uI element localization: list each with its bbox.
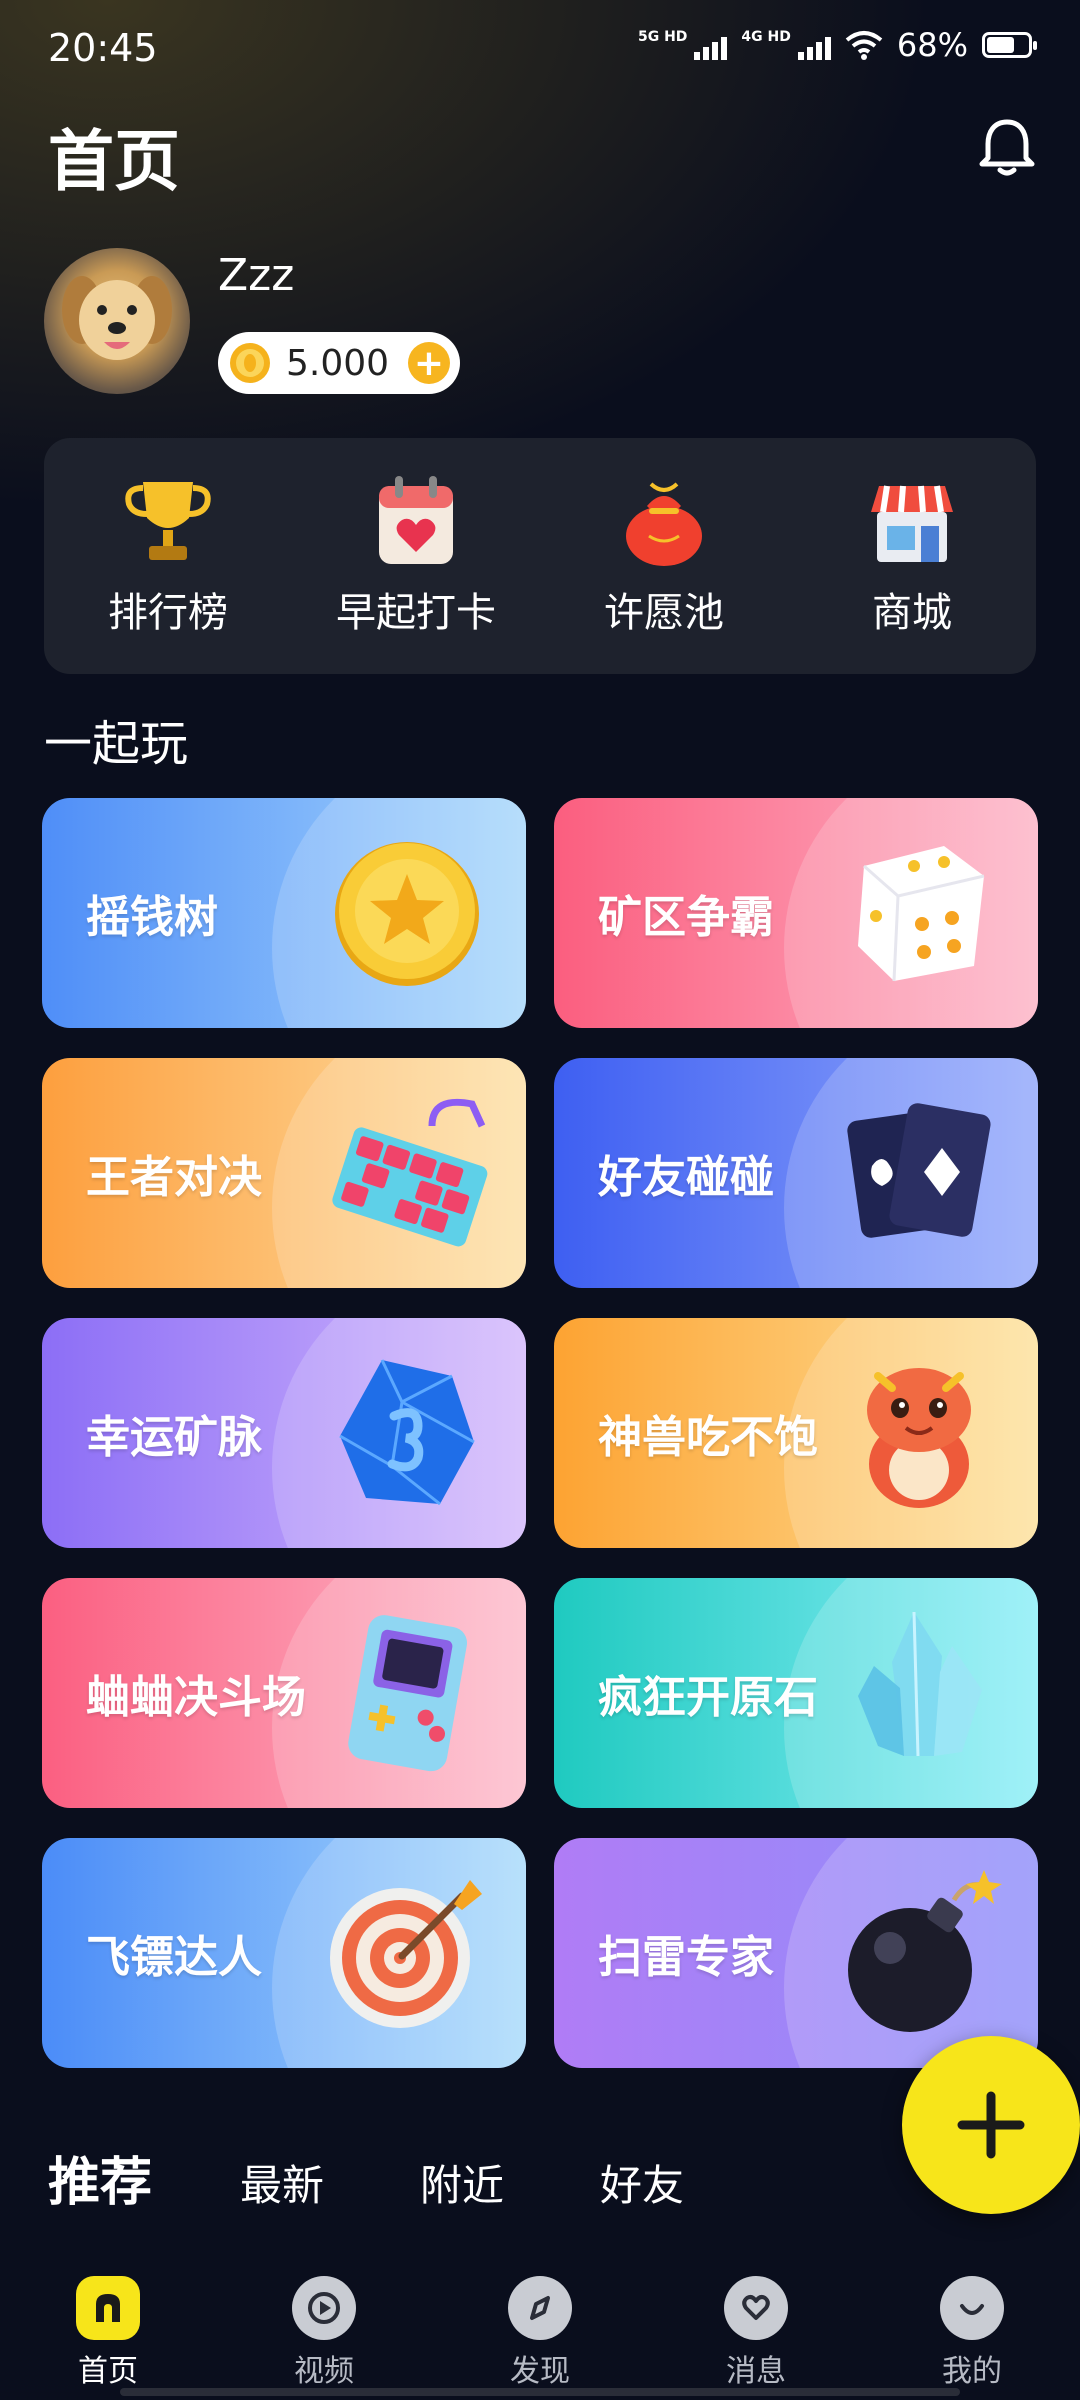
avatar[interactable] [44,248,190,394]
quick-action-checkin[interactable]: 早起打卡 [292,438,540,674]
status-bar: 20:45 5G HD 4G HD 68% [0,0,1080,100]
crystal-icon [858,1611,982,1757]
lucky-bag-icon [626,482,702,566]
dragon-icon [867,1368,971,1508]
game-card-dart-master[interactable]: 飞镖达人 [42,1838,526,2068]
bomb-icon [848,1870,1002,2032]
game-card-money-tree[interactable]: 摇钱树 [42,798,526,1028]
smile-icon [940,2276,1004,2340]
signal-5g-icon: 5G HD [638,30,728,60]
quick-action-shop[interactable]: 商城 [788,438,1036,674]
dice-icon [858,846,985,982]
game-card-beast-hungry[interactable]: 神兽吃不饱 [554,1318,1038,1548]
username: Zzz [218,250,295,301]
coin-icon [230,343,270,383]
quick-action-wishing-pool[interactable]: 许愿池 [540,438,788,674]
tab-friends[interactable]: 好友 [600,2152,684,2213]
cards-icon [847,1103,991,1238]
compass-icon [508,2276,572,2340]
signal-4g-icon: 4G HD [741,30,831,60]
game-card-minesweeper[interactable]: 扫雷专家 [554,1838,1038,2068]
game-card-lucky-vein[interactable]: 幸运矿脉 [42,1318,526,1548]
bottom-nav: 首页 视频 发现 消息 我的 [0,2256,1080,2400]
games-grid: 摇钱树 矿区争霸 王者对决 好友碰碰 幸运矿脉 神兽吃不饱 蛐蛐决斗场 疯狂开原… [42,798,1038,2068]
dog-avatar-image [62,276,172,360]
plus-icon: + [413,342,445,384]
shop-icon [871,485,953,562]
game-card-mine-battle[interactable]: 矿区争霸 [554,798,1038,1028]
heart-chat-icon [724,2276,788,2340]
add-coins-button[interactable]: + [408,342,450,384]
tab-recommended[interactable]: 推荐 [48,2140,152,2215]
dart-target-icon [330,1880,482,2028]
battery-icon [982,32,1037,58]
nav-profile[interactable]: 我的 [864,2256,1080,2400]
keyboard-icon [332,1098,488,1247]
feed-tabs: 推荐 最新 附近 好友 [48,2140,780,2215]
coin-balance[interactable]: 5.000 + [218,332,460,394]
section-title: 一起玩 [44,716,189,772]
nav-messages[interactable]: 消息 [648,2256,864,2400]
gem-icon [339,1359,475,1506]
tab-nearby[interactable]: 附近 [420,2152,504,2213]
quick-action-leaderboard[interactable]: 排行榜 [44,438,292,674]
bell-icon[interactable] [972,112,1042,182]
status-indicators: 5G HD 4G HD 68% [638,26,1037,64]
game-card-crazy-crystal[interactable]: 疯狂开原石 [554,1578,1038,1808]
battery-percent: 68% [896,26,968,64]
game-card-cricket-arena[interactable]: 蛐蛐决斗场 [42,1578,526,1808]
calendar-heart-icon [379,476,453,564]
create-post-button[interactable] [902,2036,1080,2214]
game-card-king-duel[interactable]: 王者对决 [42,1058,526,1288]
wifi-icon [845,31,883,60]
plus-icon [957,2091,1025,2159]
play-icon [292,2276,356,2340]
quick-actions-panel: 排行榜 早起打卡 许愿池 商城 [44,438,1036,674]
nav-home[interactable]: 首页 [0,2256,216,2400]
nav-video[interactable]: 视频 [216,2256,432,2400]
tab-latest[interactable]: 最新 [240,2152,324,2213]
game-card-friend-bump[interactable]: 好友碰碰 [554,1058,1038,1288]
gameboy-icon [348,1615,468,1772]
coin-amount: 5.000 [286,342,390,384]
status-time: 20:45 [48,26,158,70]
home-icon [76,2276,140,2340]
home-indicator[interactable] [120,2388,960,2396]
nav-discover[interactable]: 发现 [432,2256,648,2400]
trophy-icon [125,482,211,560]
page-title: 首页 [48,123,180,200]
gold-coin-icon [335,842,479,986]
